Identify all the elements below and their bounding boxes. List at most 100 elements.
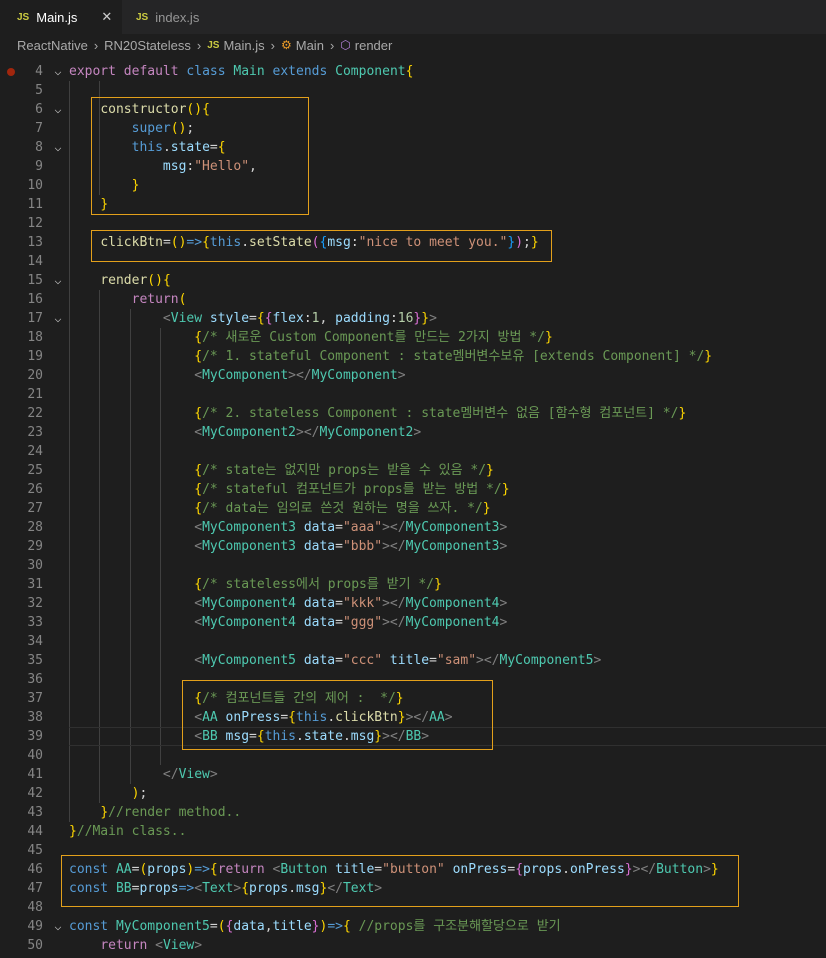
code-text: {/* 1. stateful Component : state멤버변수보유 …: [194, 349, 713, 364]
code-line[interactable]: 33 <MyComponent4 data="ggg"></MyComponen…: [0, 613, 826, 632]
chevron-down-icon[interactable]: ⌵: [52, 917, 64, 936]
code-line[interactable]: 4 ⌵ export default class Main extends Comp…: [0, 62, 826, 81]
code-line[interactable]: 42 );: [0, 784, 826, 803]
chevron-down-icon[interactable]: ⌵: [52, 100, 64, 119]
breadcrumb-item[interactable]: RN20Stateless: [104, 38, 191, 53]
code-line[interactable]: 35 <MyComponent5 data="ccc" title="sam">…: [0, 651, 826, 670]
breadcrumb-item[interactable]: Main.js: [223, 38, 264, 53]
code-text: <MyComponent3 data="bbb"></MyComponent3>: [194, 539, 508, 554]
line-number: 7: [35, 121, 43, 136]
code-line[interactable]: 38 <AA onPress={this.clickBtn}></AA>: [0, 708, 826, 727]
chevron-down-icon[interactable]: ⌵: [52, 138, 64, 157]
code-line[interactable]: 30: [0, 556, 826, 575]
code-line[interactable]: 49 ⌵ const MyComponent5=({data,title})=>{ …: [0, 917, 826, 936]
code-line[interactable]: 5: [0, 81, 826, 100]
code-line[interactable]: 22 {/* 2. stateless Component : state멤버변…: [0, 404, 826, 423]
code-text: </View>: [162, 767, 218, 782]
javascript-file-icon: JS: [136, 11, 149, 23]
code-line[interactable]: 31 {/* stateless에서 props를 받기 */}: [0, 575, 826, 594]
code-line[interactable]: 9 msg:"Hello",: [0, 157, 826, 176]
code-text: }//render method..: [100, 805, 242, 820]
code-line[interactable]: 8 ⌵ this.state={: [0, 138, 826, 157]
code-text: const MyComponent5=({data,title})=>{ //p…: [69, 919, 561, 934]
chevron-down-icon[interactable]: ⌵: [52, 309, 64, 328]
code-line[interactable]: 25 {/* state는 없지만 props는 받을 수 있음 */}: [0, 461, 826, 480]
line-number: 12: [27, 216, 43, 231]
line-number: 42: [27, 786, 43, 801]
breadcrumb-item[interactable]: Main: [296, 38, 324, 53]
code-text: const BB=props=><Text>{props.msg}</Text>: [69, 881, 383, 896]
line-number: 11: [27, 197, 43, 212]
code-line[interactable]: 12: [0, 214, 826, 233]
code-line[interactable]: 29 <MyComponent3 data="bbb"></MyComponen…: [0, 537, 826, 556]
code-text: render(){: [100, 273, 171, 288]
line-number: 10: [27, 178, 43, 193]
code-line[interactable]: 16 return(: [0, 290, 826, 309]
code-line[interactable]: 44 }//Main class..: [0, 822, 826, 841]
line-number: 37: [27, 691, 43, 706]
code-text: const AA=(props)=>{return <Button title=…: [69, 862, 719, 877]
code-line[interactable]: 6 ⌵ constructor(){: [0, 100, 826, 119]
line-number: 43: [27, 805, 43, 820]
chevron-down-icon[interactable]: ⌵: [52, 62, 64, 81]
code-line[interactable]: 37 {/* 컴포넌트들 간의 제어 : */}: [0, 689, 826, 708]
code-line[interactable]: 50 return <View>: [0, 936, 826, 955]
code-line[interactable]: 45: [0, 841, 826, 860]
tab-main-js[interactable]: JS Main.js ✕: [0, 0, 122, 34]
code-line[interactable]: 7 super();: [0, 119, 826, 138]
code-line[interactable]: 26 {/* stateful 컴포넌트가 props를 받는 방법 */}: [0, 480, 826, 499]
code-line[interactable]: 28 <MyComponent3 data="aaa"></MyComponen…: [0, 518, 826, 537]
code-line[interactable]: 15 ⌵ render(){: [0, 271, 826, 290]
code-text: <MyComponent5 data="ccc" title="sam"></M…: [194, 653, 602, 668]
breadcrumb-item[interactable]: render: [355, 38, 393, 53]
chevron-right-icon: ›: [196, 37, 202, 53]
code-line[interactable]: 19 {/* 1. stateful Component : state멤버변수…: [0, 347, 826, 366]
code-line[interactable]: 18 {/* 새로운 Custom Component를 만드는 2가지 방법 …: [0, 328, 826, 347]
code-line[interactable]: 48: [0, 898, 826, 917]
code-text: );: [131, 786, 148, 801]
code-line[interactable]: 24: [0, 442, 826, 461]
line-number: 36: [27, 672, 43, 687]
code-text: {/* state는 없지만 props는 받을 수 있음 */}: [194, 463, 494, 478]
code-text: }//Main class..: [69, 824, 187, 839]
code-line[interactable]: 21: [0, 385, 826, 404]
code-line[interactable]: 39 <BB msg={this.state.msg}></BB>: [0, 727, 826, 746]
close-icon[interactable]: ✕: [101, 9, 112, 25]
code-line[interactable]: 20 <MyComponent></MyComponent>: [0, 366, 826, 385]
line-number: 13: [27, 235, 43, 250]
tab-label: index.js: [155, 9, 200, 25]
tab-index-js[interactable]: JS index.js: [122, 0, 240, 34]
line-number: 25: [27, 463, 43, 478]
code-text: {/* 컴포넌트들 간의 제어 : */}: [194, 691, 404, 706]
code-line[interactable]: 27 {/* data는 임의로 쓴것 원하는 명을 쓰자. */}: [0, 499, 826, 518]
line-number: 31: [27, 577, 43, 592]
code-line[interactable]: 36: [0, 670, 826, 689]
code-line[interactable]: 47 const BB=props=><Text>{props.msg}</Tex…: [0, 879, 826, 898]
line-number: 21: [27, 387, 43, 402]
code-line[interactable]: 11 }: [0, 195, 826, 214]
code-line[interactable]: 41 </View>: [0, 765, 826, 784]
code-text: <BB msg={this.state.msg}></BB>: [194, 729, 430, 744]
line-number: 28: [27, 520, 43, 535]
line-number: 15: [27, 273, 43, 288]
line-number: 44: [27, 824, 43, 839]
code-text: <MyComponent2></MyComponent2>: [194, 425, 422, 440]
code-line[interactable]: 13 clickBtn=()=>{this.setState({msg:"nic…: [0, 233, 826, 252]
code-line[interactable]: 23 <MyComponent2></MyComponent2>: [0, 423, 826, 442]
chevron-down-icon[interactable]: ⌵: [52, 271, 64, 290]
code-line[interactable]: 43 }//render method..: [0, 803, 826, 822]
code-line[interactable]: 40: [0, 746, 826, 765]
code-line[interactable]: 17 ⌵ <View style={{flex:1, padding:16}}>: [0, 309, 826, 328]
code-text: {/* stateless에서 props를 받기 */}: [194, 577, 442, 592]
code-line[interactable]: 46 const AA=(props)=>{return <Button titl…: [0, 860, 826, 879]
breakpoint-icon[interactable]: [7, 68, 15, 76]
code-text: <MyComponent4 data="ggg"></MyComponent4>: [194, 615, 508, 630]
code-line[interactable]: 32 <MyComponent4 data="kkk"></MyComponen…: [0, 594, 826, 613]
code-line[interactable]: 34: [0, 632, 826, 651]
breadcrumb-item[interactable]: ReactNative: [17, 38, 88, 53]
line-number: 33: [27, 615, 43, 630]
code-line[interactable]: 10 }: [0, 176, 826, 195]
code-editor[interactable]: 4 ⌵ export default class Main extends Comp…: [0, 62, 826, 958]
code-line[interactable]: 14: [0, 252, 826, 271]
line-number: 26: [27, 482, 43, 497]
